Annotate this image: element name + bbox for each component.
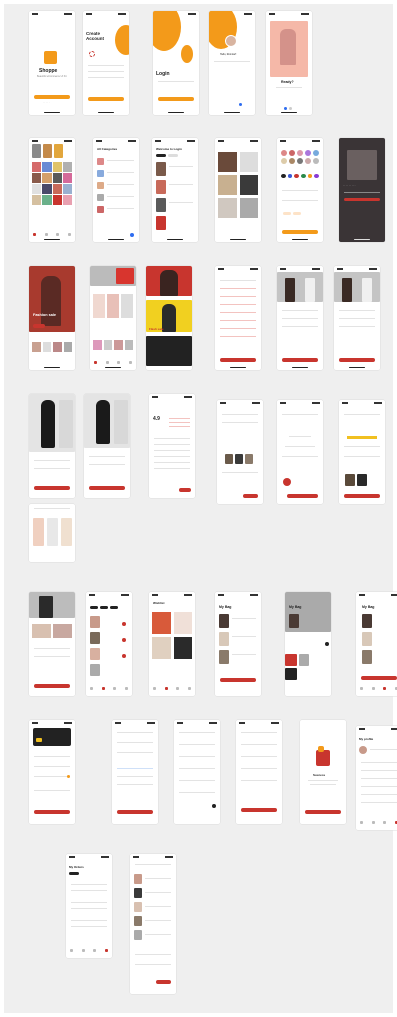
fashion-title: Fashion sale — [33, 313, 57, 317]
screen-address — [236, 720, 282, 824]
profile-avatar — [359, 746, 367, 754]
toggle-icon[interactable] — [239, 103, 242, 106]
avatar — [225, 35, 237, 47]
rating-value: 4.9 — [153, 416, 160, 422]
design-board: Shoppe Beautiful eCommerce UI Kit · · · … — [4, 4, 397, 1013]
screen-related-items — [29, 504, 75, 562]
login-link[interactable]: · · · · · — [43, 101, 50, 104]
done-button[interactable] — [88, 97, 124, 101]
screen-rate-empty — [277, 400, 323, 504]
screen-shipping — [174, 720, 220, 824]
screen-rate-filled — [339, 400, 385, 504]
photo-upload-icon[interactable] — [89, 51, 95, 57]
profile-title: My profile — [359, 737, 374, 741]
screen-my-orders: My Orders — [66, 854, 112, 958]
screen-order-detail — [130, 854, 176, 994]
screen-product-detail-b — [334, 266, 380, 370]
screen-checkout — [112, 720, 158, 824]
screen-product-dress-b — [84, 394, 130, 498]
greeting-text: Hello, Romina!! — [220, 53, 237, 56]
screen-shoppe-start: Shoppe Beautiful eCommerce UI Kit · · · … — [29, 11, 75, 115]
flash-title: Flash sale — [149, 327, 164, 331]
screen-my-profile: My profile — [356, 726, 397, 830]
screen-reviews: 4.9 — [149, 394, 195, 498]
screen-success: Success — [300, 720, 346, 824]
screen-flash-sale: Flash sale — [146, 266, 192, 370]
screen-product-grid — [215, 138, 261, 242]
orders-title: My Orders — [69, 865, 84, 869]
app-name: Shoppe — [39, 68, 58, 74]
screen-filter — [277, 138, 323, 242]
screen-password: Hello, Romina!! — [209, 11, 255, 115]
get-started-button[interactable] — [34, 95, 70, 99]
screen-ready: Ready? — [266, 11, 312, 115]
apply-button[interactable] — [282, 230, 318, 234]
wishlist-title: Wishlist — [153, 601, 165, 605]
screen-my-bag-c: My Bag — [356, 592, 397, 696]
categories-title: All Categories — [97, 147, 118, 151]
screen-new-items — [90, 266, 136, 370]
screen-my-bag-b: My Bag — [285, 592, 331, 696]
screen-fashion-sale: Fashion sale — [29, 266, 75, 370]
screen-create-account: Create Account — [83, 11, 129, 115]
orange-blob — [153, 11, 181, 51]
screen-my-bag-a: My Bag — [215, 592, 261, 696]
screen-wishlist-list — [86, 592, 132, 696]
my-bag-title: My Bag — [219, 605, 232, 609]
screen-all-categories: All Categories — [93, 138, 139, 242]
screen-home-categories — [29, 138, 75, 242]
success-bag-icon — [316, 750, 330, 766]
ready-title: Ready? — [281, 80, 294, 84]
success-title: Success — [313, 773, 326, 777]
login-title: Login — [156, 71, 170, 77]
screen-login: Login — [153, 11, 199, 115]
app-tagline: Beautiful eCommerce UI Kit — [37, 75, 67, 78]
orange-blob — [115, 25, 129, 55]
screen-wishlist-grid: Wishlist — [149, 592, 195, 696]
shopping-bag-logo — [44, 51, 57, 64]
screen-product-detail-a — [277, 266, 323, 370]
welcome-title: Welcome to Login — [156, 147, 182, 151]
arrow-button[interactable] — [130, 233, 134, 237]
screen-promo-dark: · · · · · · · · · — [339, 138, 385, 242]
screen-product-list — [29, 592, 75, 696]
screen-payment — [29, 720, 75, 824]
screen-welcome-login: Welcome to Login — [152, 138, 198, 242]
model-figure — [280, 29, 296, 65]
next-button[interactable] — [158, 97, 194, 101]
screen-product-dress-a — [29, 394, 75, 498]
screen-review-photos — [217, 400, 263, 504]
create-account-title: Create Account — [86, 31, 104, 41]
orange-blob-small — [181, 45, 193, 63]
screen-menu — [215, 266, 261, 370]
